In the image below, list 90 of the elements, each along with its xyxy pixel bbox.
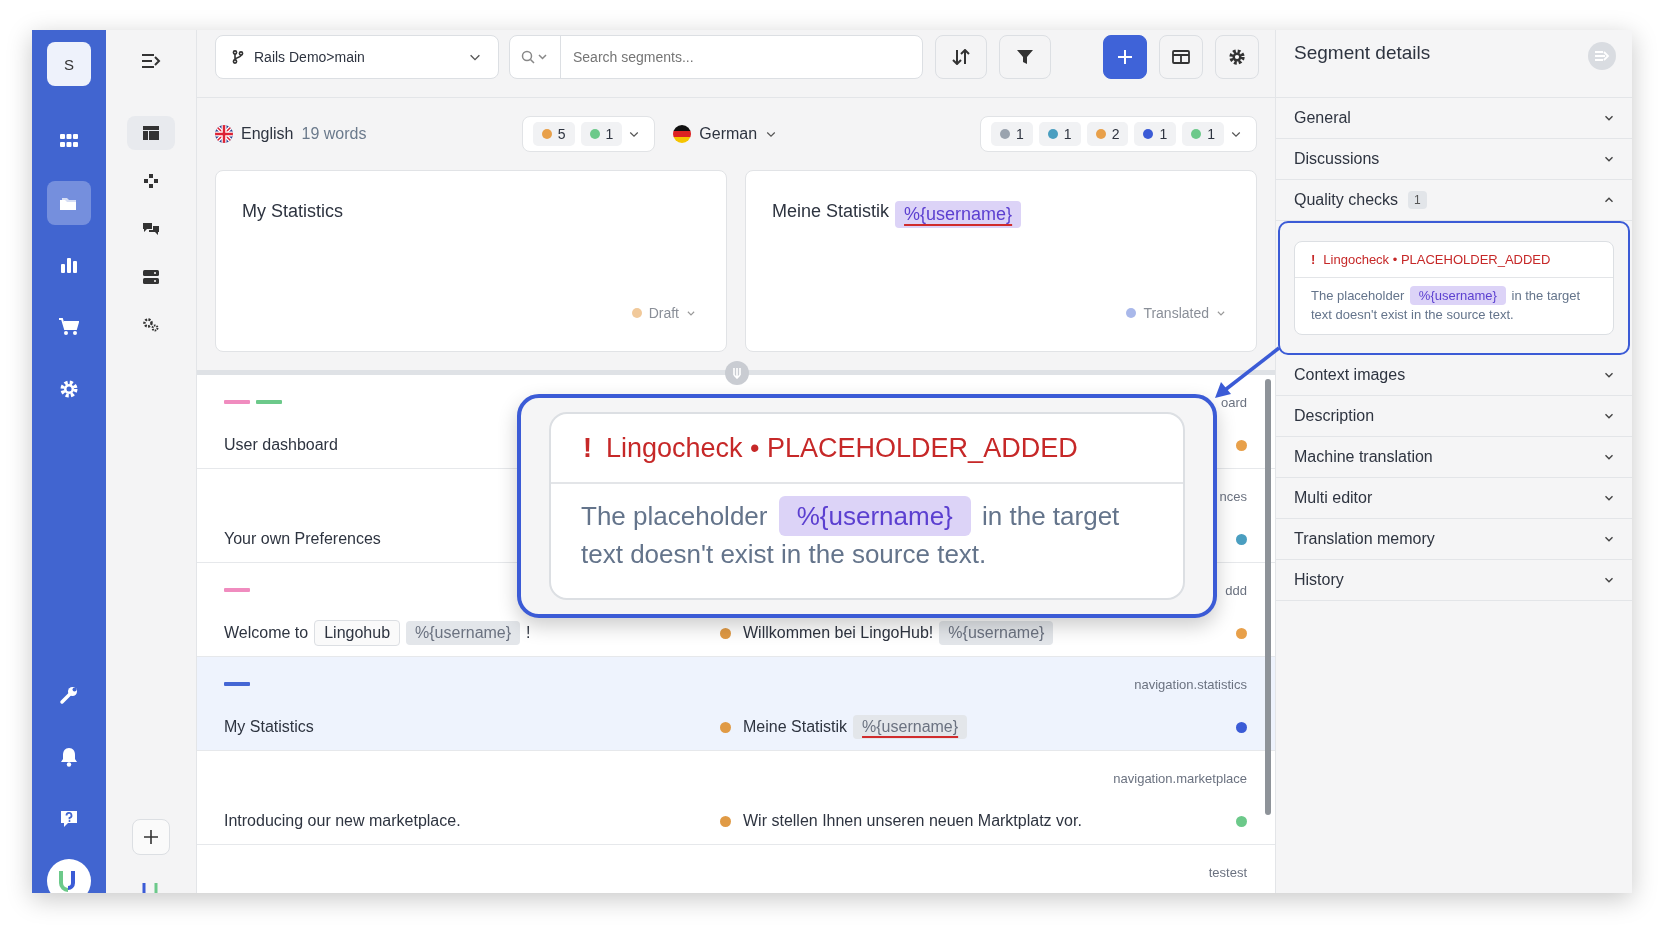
sort-button[interactable] <box>935 35 987 79</box>
settings-icon <box>1228 48 1246 66</box>
segment-text: Introducing our new marketplace. <box>224 812 461 830</box>
segment-text: Wir stellen Ihnen unseren neuen Marktplatz vor. <box>743 812 1082 830</box>
uk-flag-icon <box>215 125 233 143</box>
status-label: Translated <box>1143 305 1209 321</box>
placeholder-chip: %{username} <box>853 715 968 739</box>
add-button[interactable] <box>1103 35 1147 79</box>
check-message: The placeholder %{username} in the target text doesn't exist in the source text. <box>1310 285 1582 324</box>
tag-chip: Lingohub <box>314 620 401 646</box>
section-title: Quality checks <box>1294 191 1399 209</box>
count-number: 1 <box>1016 126 1024 142</box>
count-number: 1 <box>1207 126 1215 142</box>
section-title: Context images <box>1294 366 1406 384</box>
status-counts[interactable]: 5 1 <box>521 116 656 152</box>
word-count: 19 words <box>301 125 367 143</box>
error-mark: ! <box>1311 252 1316 267</box>
filter-button[interactable] <box>999 35 1051 79</box>
scrollbar[interactable] <box>1265 379 1271 815</box>
section-header[interactable]: Machine translation <box>1276 437 1632 478</box>
placeholder-chip: %{username} <box>406 621 521 645</box>
count-number: 1 <box>1159 126 1168 142</box>
target-language[interactable]: German <box>699 125 758 143</box>
chevron-icon <box>686 308 696 318</box>
search-input[interactable]: Search segments... <box>561 36 922 78</box>
count-badge: 1 <box>1408 191 1427 209</box>
logo-icon[interactable] <box>47 859 91 893</box>
segment-text: Willkommen bei LingoHub! <box>743 624 934 642</box>
settings-button[interactable] <box>1215 35 1259 79</box>
source-language: English <box>241 125 294 143</box>
section-header[interactable]: General <box>1276 98 1632 139</box>
search-icon <box>521 50 549 64</box>
folder-icon[interactable] <box>47 181 91 225</box>
section-title: Description <box>1294 407 1375 425</box>
section-title: General <box>1294 109 1351 127</box>
segment-text: Meine Statistik <box>743 718 848 736</box>
section-title: Multi editor <box>1294 489 1373 507</box>
section-header[interactable]: History <box>1276 560 1632 601</box>
section-header[interactable]: Translation memory <box>1276 519 1632 560</box>
filter-icon <box>1017 49 1033 65</box>
branch-name: Rails Demo>main <box>254 49 366 65</box>
section-title: Translation memory <box>1294 530 1435 548</box>
check-title: Lingocheck • PLACEHOLDER_ADDED <box>1323 252 1551 267</box>
chevron-icon <box>1216 308 1226 318</box>
count-number: 5 <box>557 126 566 142</box>
german-flag-icon <box>673 125 692 143</box>
resize-handle[interactable] <box>725 361 749 385</box>
segment-key: navigation.marketplace <box>714 770 1247 786</box>
section-title: History <box>1294 571 1344 589</box>
section-title: Discussions <box>1294 150 1380 168</box>
table-button[interactable] <box>1159 35 1203 79</box>
segment-key: ddd <box>714 582 1247 598</box>
section-header[interactable]: Multi editor <box>1276 478 1632 519</box>
segment-key: navigation.statistics <box>714 676 1247 692</box>
editor-card[interactable]: My Statistics Draft <box>215 170 727 352</box>
sort-icon <box>952 49 970 65</box>
error-mark: ! <box>583 432 592 464</box>
segment-text: My Statistics <box>242 201 343 222</box>
segment-text: Your own Preferences <box>224 530 381 548</box>
section-header[interactable]: Context images <box>1276 355 1632 396</box>
section-header[interactable]: Description <box>1276 396 1632 437</box>
check-title: Lingocheck • PLACEHOLDER_ADDED <box>606 432 1078 464</box>
panel-title: Segment details <box>1294 42 1432 64</box>
segment-key: testest <box>714 864 1247 880</box>
status-label: Draft <box>648 305 679 321</box>
section-title: Machine translation <box>1294 448 1433 466</box>
search-field[interactable]: Search segments... <box>509 35 923 79</box>
count-number: 2 <box>1111 126 1120 142</box>
layout-icon[interactable] <box>127 116 175 150</box>
segment-text: Meine Statistik <box>772 201 890 222</box>
count-number: 1 <box>1063 126 1072 142</box>
placeholder-chip: %{username} <box>895 201 1022 228</box>
plus-icon <box>144 830 158 844</box>
segment-text: Welcome to <box>224 624 309 642</box>
segment-row[interactable]: navigation.statistics My Statistics Meine Statistik %{username} <box>197 657 1275 751</box>
branch-select[interactable]: Rails Demo>main <box>215 35 499 79</box>
workspace-avatar[interactable]: S <box>47 42 91 86</box>
segment-text: My Statistics <box>224 718 314 736</box>
count-number: 1 <box>605 126 614 142</box>
segment-text: User dashboard <box>224 436 338 454</box>
section-header[interactable]: Discussions <box>1276 139 1632 180</box>
branch-icon <box>232 50 244 64</box>
editor-card[interactable]: Meine Statistik %{username} Translated <box>745 170 1257 352</box>
section-header[interactable]: Quality checks 1 <box>1276 180 1632 221</box>
placeholder-chip: %{username} <box>939 621 1054 645</box>
plus-icon <box>1117 49 1133 65</box>
segment-text: ! <box>526 624 531 642</box>
segment-key: oard <box>714 394 1247 410</box>
status-counts[interactable]: 1 1 2 1 1 <box>980 116 1257 152</box>
table-icon <box>1172 50 1190 64</box>
